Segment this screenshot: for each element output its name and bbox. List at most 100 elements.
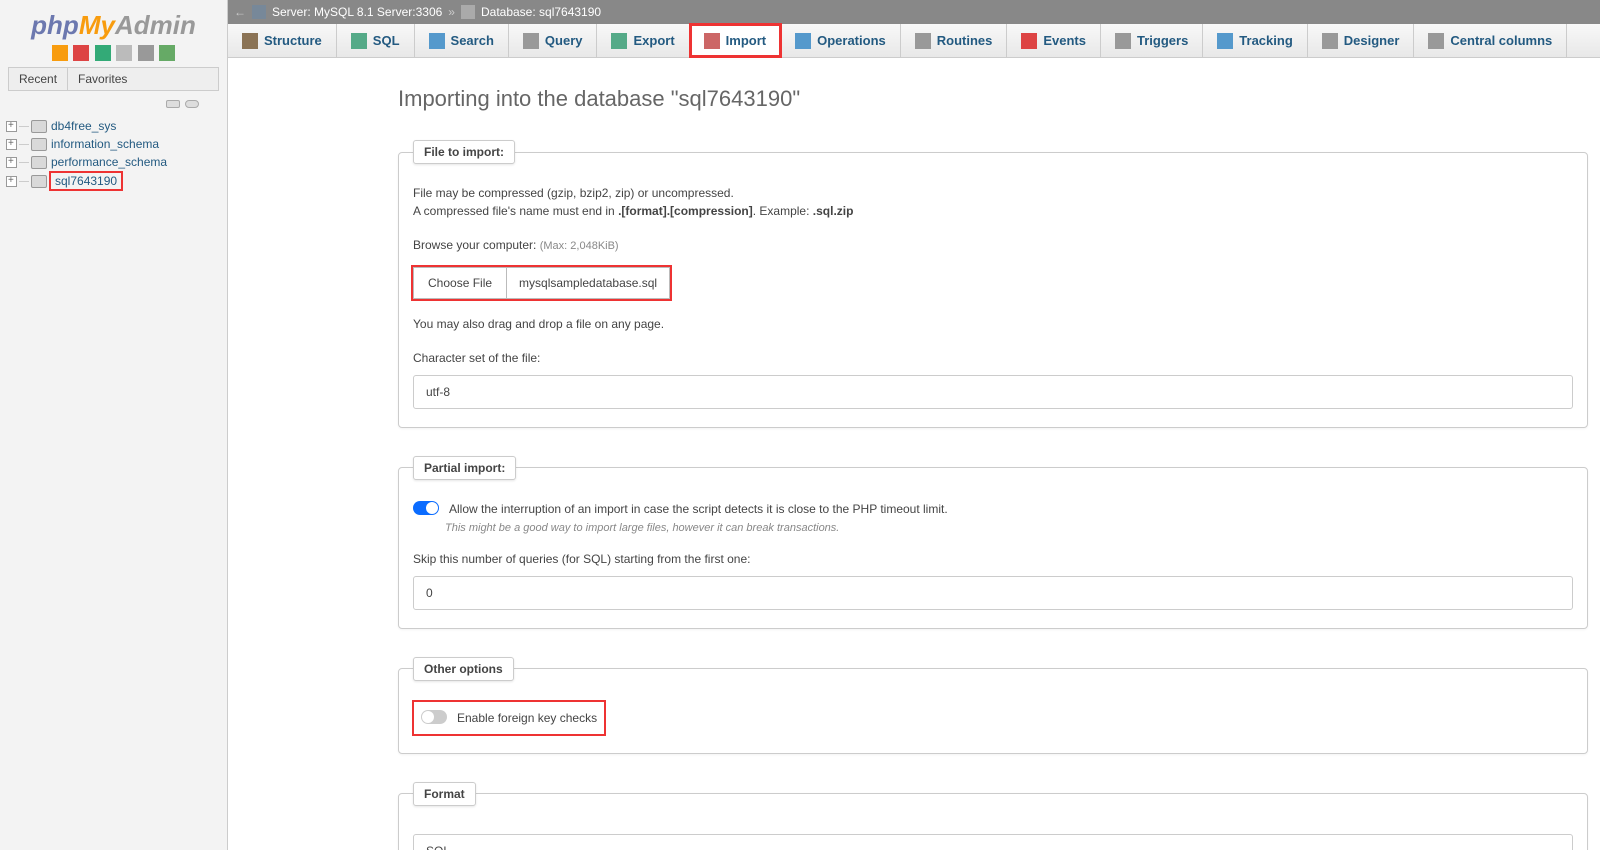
allow-interrupt-toggle[interactable] (413, 501, 439, 515)
tab-label: Central columns (1450, 33, 1552, 48)
tab-export[interactable]: Export (597, 24, 689, 57)
db-label: performance_schema (51, 155, 167, 169)
central-columns-icon (1428, 33, 1444, 49)
tab-central-columns[interactable]: Central columns (1414, 24, 1567, 57)
docs-icon[interactable] (95, 45, 111, 61)
breadcrumb-sep: » (448, 5, 455, 19)
tab-routines[interactable]: Routines (901, 24, 1008, 57)
breadcrumb-database[interactable]: Database: sql7643190 (481, 5, 601, 19)
settings-icon[interactable] (138, 45, 154, 61)
db-item-performance_schema[interactable]: performance_schema (6, 153, 221, 171)
logo-text-my: My (79, 10, 115, 40)
tracking-icon (1217, 33, 1233, 49)
db-item-information_schema[interactable]: information_schema (6, 135, 221, 153)
tab-designer[interactable]: Designer (1308, 24, 1415, 57)
database-tree: db4free_sys information_schema performan… (0, 115, 227, 193)
max-size-hint: (Max: 2,048KiB) (540, 240, 619, 252)
charset-label: Character set of the file: (413, 349, 1573, 367)
partial-import-section: Partial import: Allow the interruption o… (398, 456, 1588, 629)
triggers-icon (1115, 33, 1131, 49)
logo-text-php: php (31, 10, 79, 40)
logout-icon[interactable] (73, 45, 89, 61)
tabs: Structure SQL Search Query Export Import… (228, 24, 1600, 58)
export-icon (611, 33, 627, 49)
drag-drop-hint: You may also drag and drop a file on any… (413, 315, 1573, 333)
format-select[interactable]: SQL (413, 834, 1573, 850)
compress-hint-1: File may be compressed (gzip, bzip2, zip… (413, 184, 1573, 202)
sidebar: phpMyAdmin Recent Favorites db4free_sys (0, 0, 228, 850)
breadcrumb-server[interactable]: Server: MySQL 8.1 Server:3306 (272, 5, 442, 19)
sql-icon (351, 33, 367, 49)
foreign-key-toggle[interactable] (421, 710, 447, 724)
tree-controls (0, 95, 227, 115)
events-icon (1021, 33, 1037, 49)
expand-icon[interactable] (6, 157, 17, 168)
tab-sql[interactable]: SQL (337, 24, 415, 57)
tab-query[interactable]: Query (509, 24, 598, 57)
skip-queries-input[interactable] (413, 576, 1573, 610)
database-icon (461, 5, 475, 19)
import-icon (704, 33, 720, 49)
tab-label: SQL (373, 33, 400, 48)
format-section: Format SQL (398, 782, 1588, 850)
choose-file-button[interactable]: Choose File (413, 267, 507, 299)
skip-queries-label: Skip this number of queries (for SQL) st… (413, 550, 1573, 568)
favorites-tab[interactable]: Favorites (68, 68, 137, 90)
designer-icon (1322, 33, 1338, 49)
allow-interrupt-row: Allow the interruption of an import in c… (413, 500, 1573, 518)
home-icon[interactable] (52, 45, 68, 61)
content: Importing into the database "sql7643190"… (228, 58, 1600, 850)
browse-label-row: Browse your computer: (Max: 2,048KiB) (413, 236, 1573, 255)
tab-import[interactable]: Import (690, 24, 781, 57)
nav-back-icon[interactable]: ← (234, 5, 246, 19)
database-icon (31, 156, 47, 169)
sidebar-toolbar (0, 43, 227, 67)
tab-structure[interactable]: Structure (228, 24, 337, 57)
tab-label: Query (545, 33, 583, 48)
file-import-legend: File to import: (413, 140, 515, 164)
file-input-row: Choose File mysqlsampledatabase.sql (413, 267, 670, 299)
logo-text-admin: Admin (115, 10, 196, 40)
routines-icon (915, 33, 931, 49)
tab-label: Operations (817, 33, 886, 48)
expand-icon[interactable] (6, 139, 17, 150)
db-label: information_schema (51, 137, 159, 151)
tab-label: Structure (264, 33, 322, 48)
database-icon (31, 175, 47, 188)
charset-select[interactable]: utf-8 (413, 375, 1573, 409)
tab-label: Search (451, 33, 494, 48)
db-item-db4free_sys[interactable]: db4free_sys (6, 117, 221, 135)
tab-tracking[interactable]: Tracking (1203, 24, 1307, 57)
browse-label: Browse your computer: (413, 238, 536, 252)
expand-icon[interactable] (6, 121, 17, 132)
expand-icon[interactable] (6, 176, 17, 187)
tab-operations[interactable]: Operations (781, 24, 901, 57)
tab-label: Import (726, 33, 766, 48)
tab-events[interactable]: Events (1007, 24, 1101, 57)
recent-favorites-tabs: Recent Favorites (8, 67, 219, 91)
format-legend: Format (413, 782, 476, 806)
tab-label: Triggers (1137, 33, 1188, 48)
tab-search[interactable]: Search (415, 24, 509, 57)
main: ← Server: MySQL 8.1 Server:3306 » Databa… (228, 0, 1600, 850)
recent-tab[interactable]: Recent (9, 68, 68, 90)
selected-file-name: mysqlsampledatabase.sql (507, 267, 670, 299)
server-icon (252, 5, 266, 19)
db-label: db4free_sys (51, 119, 116, 133)
breadcrumb: ← Server: MySQL 8.1 Server:3306 » Databa… (228, 0, 1600, 24)
database-icon (31, 120, 47, 133)
db-item-sql7643190[interactable]: sql7643190 (6, 171, 221, 191)
compress-hint-2: A compressed file's name must end in .[f… (413, 202, 1573, 220)
reload-icon[interactable] (159, 45, 175, 61)
allow-interrupt-hint: This might be a good way to import large… (445, 522, 1573, 534)
link-icon[interactable] (185, 100, 199, 108)
sql-docs-icon[interactable] (116, 45, 132, 61)
tab-label: Designer (1344, 33, 1400, 48)
tab-label: Tracking (1239, 33, 1292, 48)
tab-triggers[interactable]: Triggers (1101, 24, 1203, 57)
page-title: Importing into the database "sql7643190" (398, 86, 1588, 112)
foreign-key-label: Enable foreign key checks (457, 709, 597, 727)
logo[interactable]: phpMyAdmin (0, 0, 227, 43)
partial-import-legend: Partial import: (413, 456, 516, 480)
collapse-icon[interactable] (166, 100, 180, 108)
